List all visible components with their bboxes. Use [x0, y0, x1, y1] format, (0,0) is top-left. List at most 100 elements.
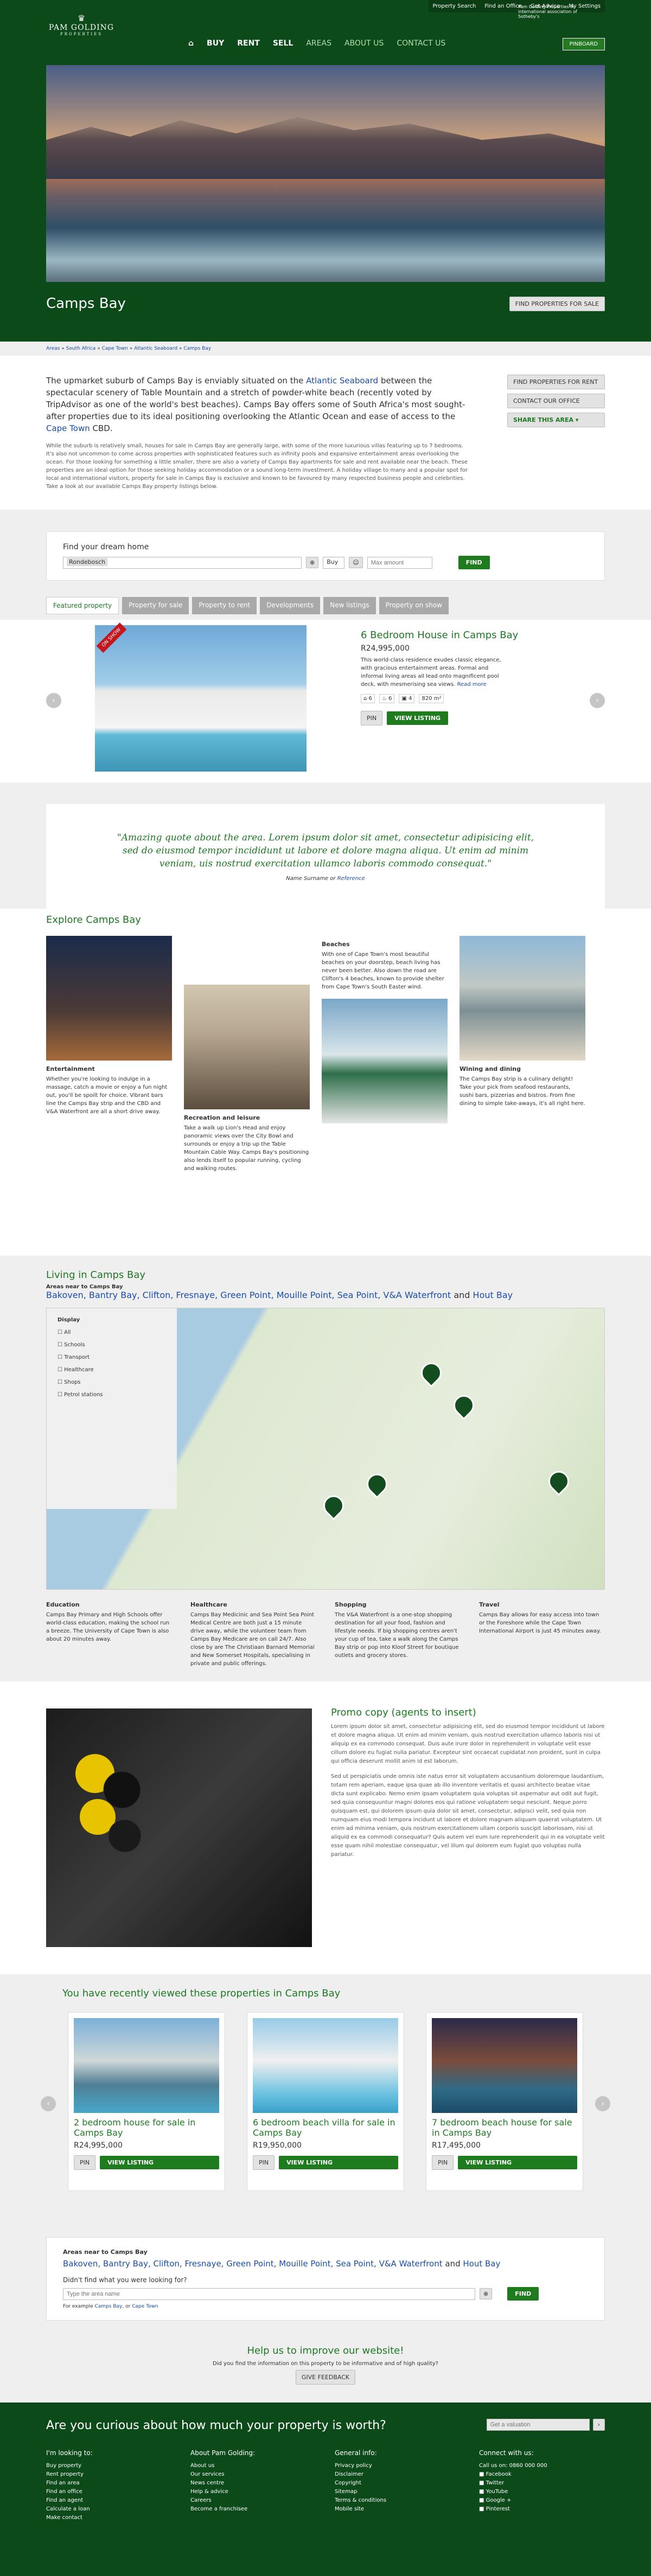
pinterest-icon[interactable]: ■: [479, 2506, 486, 2512]
type-select[interactable]: Buy: [323, 556, 345, 569]
breadcrumb-atlantic-seaboard[interactable]: Atlantic Seaboard: [134, 346, 177, 351]
featured-title[interactable]: 6 Bedroom House in Camps Bay: [361, 629, 534, 641]
share-area-button[interactable]: SHARE THIS AREA ▾: [507, 413, 605, 427]
twitter-icon[interactable]: ■: [479, 2480, 486, 2486]
link-cape-town[interactable]: Cape Town: [46, 423, 90, 433]
contact-office-button[interactable]: CONTACT OUR OFFICE: [507, 394, 605, 408]
recent-card-title[interactable]: 2 bedroom house for sale in Camps Bay: [74, 2117, 219, 2138]
pin-button[interactable]: PIN: [361, 711, 383, 725]
filter-petrol[interactable]: ☐ Petrol stations: [58, 1392, 166, 1398]
example-cape-town-link[interactable]: Cape Town: [132, 2304, 158, 2309]
find-properties-for-rent-button[interactable]: FIND PROPERTIES FOR RENT: [507, 375, 605, 389]
prev-arrow-icon[interactable]: ‹: [46, 693, 61, 708]
give-feedback-button[interactable]: GIVE FEEDBACK: [295, 2370, 356, 2385]
tab-developments[interactable]: Developments: [260, 597, 321, 614]
intro-side-actions: FIND PROPERTIES FOR RENT CONTACT OUR OFF…: [507, 375, 605, 432]
pin-button[interactable]: PIN: [432, 2155, 454, 2170]
recent-card-title[interactable]: 7 bedroom beach house for sale in Camps …: [432, 2117, 577, 2138]
footer: Are you curious about how much your prop…: [0, 2402, 651, 2576]
user-icon[interactable]: ☺: [349, 557, 363, 568]
recent-card[interactable]: 6 bedroom beach villa for sale in Camps …: [247, 2012, 404, 2191]
add-area-icon[interactable]: ⊕: [480, 2288, 493, 2299]
link-atlantic-seaboard[interactable]: Atlantic Seaboard: [306, 376, 378, 386]
view-listing-button[interactable]: VIEW LISTING: [387, 711, 449, 725]
breadcrumb-south-africa[interactable]: South Africa: [66, 346, 96, 351]
filter-schools[interactable]: ☐ Schools: [58, 1342, 166, 1348]
bed-icon: ⌂ 6: [361, 694, 375, 703]
recent-card-price: R19,950,000: [253, 2141, 302, 2150]
quote-reference-link[interactable]: Reference: [337, 876, 365, 882]
view-listing-button[interactable]: VIEW LISTING: [100, 2156, 219, 2169]
top-link-property-search[interactable]: Property Search: [429, 0, 481, 12]
size-stat: 820 m²: [419, 694, 444, 703]
area-name-input[interactable]: [63, 2288, 475, 2300]
featured-photo[interactable]: [95, 625, 307, 772]
area-find-button[interactable]: FIND: [507, 2287, 539, 2301]
recreation-heading: Recreation and leisure: [184, 1114, 260, 1121]
area-map[interactable]: Display ☐ All ☐ Schools ☐ Transport ☐ He…: [46, 1308, 605, 1590]
entertainment-image: [46, 936, 172, 1061]
facebook-icon[interactable]: ■: [479, 2471, 486, 2477]
nav-rent[interactable]: RENT: [231, 39, 266, 48]
add-location-icon[interactable]: ⊕: [306, 557, 319, 568]
arrow-right-icon[interactable]: ›: [592, 2419, 605, 2431]
pinboard-button[interactable]: PINBOARD: [562, 38, 605, 50]
recreation-text: Take a walk up Lion's Head and enjoy pan…: [184, 1125, 309, 1172]
pin-button[interactable]: PIN: [74, 2155, 96, 2170]
find-button[interactable]: FIND: [458, 556, 490, 569]
filter-all[interactable]: ☐ All: [58, 1329, 166, 1335]
help-text: Did you find the information on this pro…: [213, 2361, 438, 2367]
home-icon[interactable]: ⌂: [182, 39, 200, 48]
filter-healthcare[interactable]: ☐ Healthcare: [58, 1367, 166, 1373]
nav-sell[interactable]: SELL: [266, 39, 300, 48]
logo-sub: PROPERTIES: [60, 32, 103, 36]
living-title: Living in Camps Bay: [46, 1269, 146, 1281]
google-plus-icon[interactable]: ■: [479, 2497, 486, 2503]
find-properties-for-sale-button[interactable]: FIND PROPERTIES FOR SALE: [509, 296, 605, 311]
read-more-link[interactable]: Read more: [457, 682, 487, 688]
tab-on-show[interactable]: Property on show: [379, 597, 449, 614]
recent-card[interactable]: 2 bedroom house for sale in Camps Bay R2…: [68, 2012, 225, 2191]
pin-button[interactable]: PIN: [253, 2155, 275, 2170]
tab-new-listings[interactable]: New listings: [323, 597, 376, 614]
explore-entertainment: Entertainment Whether you're looking to …: [46, 936, 172, 1116]
valuation-form: ›: [486, 2419, 605, 2431]
breadcrumb-camps-bay[interactable]: Camps Bay: [183, 346, 211, 351]
nav-areas[interactable]: AREAS: [299, 39, 338, 48]
breadcrumb-cape-town[interactable]: Cape Town: [102, 346, 128, 351]
bath-icon: ♨ 6: [379, 694, 395, 703]
map-filters: Display ☐ All ☐ Schools ☐ Transport ☐ He…: [47, 1308, 177, 1509]
promo-section: Promo copy (agents to insert) Lorem ipsu…: [0, 1681, 651, 1974]
footer-col-about: About Pam Golding: About us Our services N…: [190, 2449, 256, 2512]
tab-to-rent[interactable]: Property to rent: [192, 597, 257, 614]
nav-contact-us[interactable]: CONTACT US: [390, 39, 452, 48]
beaches-text: With one of Cape Town's most beautiful b…: [322, 952, 444, 990]
living-education: Education Camps Bay Primary and High Scho…: [46, 1601, 170, 1642]
quote-text: "Amazing quote about the area. Lorem ips…: [117, 832, 534, 869]
tab-for-sale[interactable]: Property for sale: [122, 597, 189, 614]
youtube-icon[interactable]: ■: [479, 2489, 486, 2495]
recent-card-title[interactable]: 6 bedroom beach villa for sale in Camps …: [253, 2117, 398, 2138]
recent-card[interactable]: 7 bedroom beach house for sale in Camps …: [426, 2012, 583, 2191]
tab-featured[interactable]: Featured property: [46, 597, 119, 614]
filter-shops[interactable]: ☐ Shops: [58, 1379, 166, 1385]
next-arrow-icon[interactable]: ›: [595, 2096, 610, 2111]
hero-mountains: [46, 117, 605, 179]
valuation-input[interactable]: [486, 2419, 590, 2431]
max-amount-input[interactable]: [367, 556, 432, 569]
promo-paragraph-2: Sed ut perspiciatis unde omnis iste natu…: [331, 1774, 605, 1858]
logo[interactable]: ♛ PAM GOLDING PROPERTIES: [46, 13, 117, 36]
nav-about-us[interactable]: ABOUT US: [338, 39, 390, 48]
view-listing-button[interactable]: VIEW LISTING: [458, 2156, 577, 2169]
location-tag: Rondebosch: [67, 557, 108, 566]
prev-arrow-icon[interactable]: ‹: [41, 2096, 56, 2111]
filter-transport[interactable]: ☐ Transport: [58, 1354, 166, 1360]
recently-viewed: You have recently viewed these propertie…: [0, 1974, 651, 2221]
view-listing-button[interactable]: VIEW LISTING: [279, 2156, 398, 2169]
next-arrow-icon[interactable]: ›: [590, 693, 605, 708]
example-camps-bay-link[interactable]: Camps Bay: [95, 2304, 123, 2309]
location-input[interactable]: Rondebosch: [63, 556, 302, 569]
breadcrumb-areas[interactable]: Areas: [46, 346, 60, 351]
areas-list: Bakoven, Bantry Bay, Clifton, Fresnaye, …: [63, 2259, 501, 2269]
nav-buy[interactable]: BUY: [200, 39, 231, 48]
